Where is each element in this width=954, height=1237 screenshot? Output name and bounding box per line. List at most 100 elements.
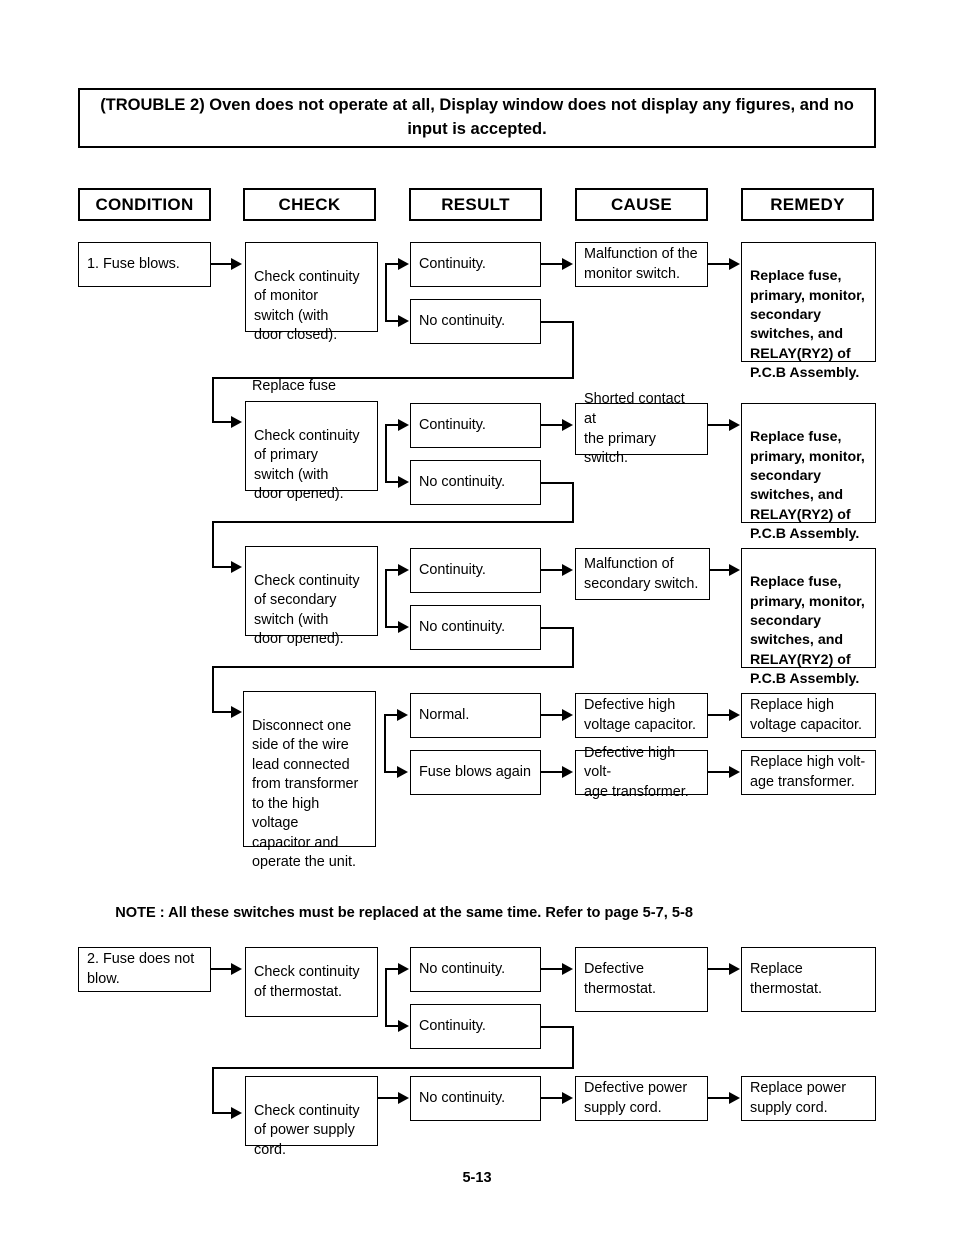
loop2-from-box xyxy=(541,482,574,484)
check-box-hv-capacitor-text: Disconnect one side of the wire lead con… xyxy=(252,717,359,871)
column-header-result-label: RESULT xyxy=(441,194,510,214)
loop1-vertical-right xyxy=(572,321,574,378)
check-box-secondary-switch: Check continuity of secondary switch (wi… xyxy=(245,546,378,647)
trouble-title-text: (TROUBLE 2) Oven does not operate at all… xyxy=(100,96,854,138)
check-box-thermostat: Check continuity of thermostat. xyxy=(245,947,378,1017)
result-box-power-cord-no-continuity-text: No continuity. xyxy=(419,1090,506,1107)
remedy-box-hv-capacitor: Replace high voltage capacitor. xyxy=(741,693,876,738)
loop2-horizontal-back xyxy=(212,521,574,523)
branch-stem-secondary-switch xyxy=(385,569,387,628)
result-box-secondary-continuity-text: Continuity. xyxy=(419,562,486,579)
cause-box-hv-transformer-text: Defective high volt- age transformer. xyxy=(584,744,689,800)
check-box-power-supply-cord: Check continuity of power supply cord. xyxy=(245,1076,378,1158)
note-text: NOTE : All these switches must be replac… xyxy=(99,889,693,937)
result-box-primary-continuity-text: Continuity. xyxy=(419,417,486,434)
result-box-secondary-no-continuity: No continuity. xyxy=(410,605,541,650)
cause-box-thermostat-text: Defective thermostat. xyxy=(584,961,656,997)
loop3-vertical-left xyxy=(212,666,214,712)
check-box-power-supply-cord-text: Check continuity of power supply cord. xyxy=(254,1102,360,1158)
cause-box-secondary-switch-text: Malfunction of secondary switch. xyxy=(584,555,699,592)
arrow-monitor-to-no-continuity xyxy=(398,315,409,327)
column-header-condition: CONDITION xyxy=(78,188,211,221)
loop1-from-box xyxy=(541,321,574,323)
column-header-condition-label: CONDITION xyxy=(95,194,194,214)
remedy-box-monitor-switch-text: Replace fuse, primary, monitor, secondar… xyxy=(750,268,865,381)
branch-stem-hv-capacitor xyxy=(384,714,386,773)
loop2-vertical-left xyxy=(212,521,214,567)
trouble-title-box: (TROUBLE 2) Oven does not operate at all… xyxy=(78,88,876,148)
loop3-horizontal-back xyxy=(212,666,574,668)
column-header-result: RESULT xyxy=(409,188,542,221)
label-replace-fuse-1-text: Replace fuse xyxy=(252,377,336,394)
arrow-condition1-to-check1 xyxy=(231,258,242,270)
arrow-thermostat-result-to-cause xyxy=(562,963,573,975)
remedy-box-hv-capacitor-text: Replace high voltage capacitor. xyxy=(750,697,862,733)
result-box-monitor-continuity-text: Continuity. xyxy=(419,256,486,273)
loop1-vertical-left xyxy=(212,377,214,422)
branch-stem-monitor-switch xyxy=(385,263,387,322)
column-header-remedy-label: REMEDY xyxy=(770,194,845,214)
check-box-primary-switch-text: Check continuity of primary switch (with… xyxy=(254,427,360,503)
cause-box-monitor-switch: Malfunction of the monitor switch. xyxy=(575,242,708,287)
arrow-hv-to-normal xyxy=(397,709,408,721)
arrow-secondary-continuity-to-cause xyxy=(562,564,573,576)
loop4-vertical-right xyxy=(572,1026,574,1068)
check-box-secondary-switch-text: Check continuity of secondary switch (wi… xyxy=(254,572,360,648)
arrow-monitor-to-continuity xyxy=(398,258,409,270)
result-box-hv-normal: Normal. xyxy=(410,693,541,738)
arrow-primary-to-continuity xyxy=(398,419,409,431)
check-box-hv-capacitor: Disconnect one side of the wire lead con… xyxy=(243,691,376,870)
remedy-box-thermostat-text: Replace thermostat. xyxy=(750,961,822,997)
cause-box-hv-capacitor: Defective high voltage capacitor. xyxy=(575,693,708,738)
arrow-loop1-to-primary-check xyxy=(231,416,242,428)
arrow-monitor-continuity-to-cause xyxy=(562,258,573,270)
result-box-thermostat-no-continuity: No continuity. xyxy=(410,947,541,992)
cause-box-hv-capacitor-text: Defective high voltage capacitor. xyxy=(584,697,696,733)
arrow-primary-cause-to-remedy xyxy=(729,419,740,431)
arrow-monitor-cause-to-remedy xyxy=(729,258,740,270)
loop3-from-box xyxy=(541,627,574,629)
result-box-thermostat-continuity: Continuity. xyxy=(410,1004,541,1049)
loop3-vertical-right xyxy=(572,627,574,667)
result-box-monitor-continuity: Continuity. xyxy=(410,242,541,287)
page-canvas: (TROUBLE 2) Oven does not operate at all… xyxy=(0,0,954,1237)
result-box-thermostat-continuity-text: Continuity. xyxy=(419,1018,486,1035)
arrow-hv-capacitor-cause-to-remedy xyxy=(729,709,740,721)
arrow-hv-transformer-cause-to-remedy xyxy=(729,766,740,778)
cause-box-primary-switch-text: Shorted contact at the primary switch. xyxy=(584,391,685,467)
remedy-box-thermostat: Replace thermostat. xyxy=(741,947,876,1012)
arrow-thermostat-cause-to-remedy xyxy=(729,963,740,975)
check-box-monitor-switch-text: Check continuity of monitor switch (with… xyxy=(254,268,360,344)
loop4-vertical-left xyxy=(212,1067,214,1113)
remedy-box-secondary-switch-text: Replace fuse, primary, monitor, secondar… xyxy=(750,574,865,687)
check-box-monitor-switch: Check continuity of monitor switch (with… xyxy=(245,242,378,343)
result-box-secondary-no-continuity-text: No continuity. xyxy=(419,619,506,636)
condition-box-fuse-blows-text: 1. Fuse blows. xyxy=(87,256,180,273)
arrow-power-cord-result-to-cause xyxy=(562,1092,573,1104)
arrow-secondary-to-no-continuity xyxy=(398,621,409,633)
arrow-power-cord-cause-to-remedy xyxy=(729,1092,740,1104)
column-header-check: CHECK xyxy=(243,188,376,221)
arrow-hv-fuse-to-cause xyxy=(562,766,573,778)
remedy-box-power-supply-cord: Replace power supply cord. xyxy=(741,1076,876,1121)
column-header-check-label: CHECK xyxy=(278,194,341,214)
loop4-from-box xyxy=(541,1026,574,1028)
result-box-monitor-no-continuity-text: No continuity. xyxy=(419,313,506,330)
cause-box-monitor-switch-text: Malfunction of the monitor switch. xyxy=(584,246,698,282)
remedy-box-primary-switch: Replace fuse, primary, monitor, secondar… xyxy=(741,403,876,542)
result-box-hv-fuse-blows-again-text: Fuse blows again xyxy=(419,764,531,781)
arrow-thermostat-to-continuity xyxy=(398,1020,409,1032)
page-number: 5-13 xyxy=(0,1170,954,1186)
arrow-hv-to-fuse-blows-again xyxy=(397,766,408,778)
result-box-monitor-no-continuity: No continuity. xyxy=(410,299,541,344)
result-box-secondary-continuity: Continuity. xyxy=(410,548,541,593)
check-box-thermostat-text: Check continuity of thermostat. xyxy=(254,963,360,1000)
arrow-primary-continuity-to-cause xyxy=(562,419,573,431)
label-replace-fuse-1: Replace fuse xyxy=(252,358,412,395)
result-box-primary-no-continuity: No continuity. xyxy=(410,460,541,505)
note-text-content: NOTE : All these switches must be replac… xyxy=(115,905,693,921)
condition-box-fuse-blows: 1. Fuse blows. xyxy=(78,242,211,287)
arrow-loop3-to-hv-check xyxy=(231,706,242,718)
arrow-hv-normal-to-cause xyxy=(562,709,573,721)
remedy-box-primary-switch-text: Replace fuse, primary, monitor, secondar… xyxy=(750,429,865,542)
